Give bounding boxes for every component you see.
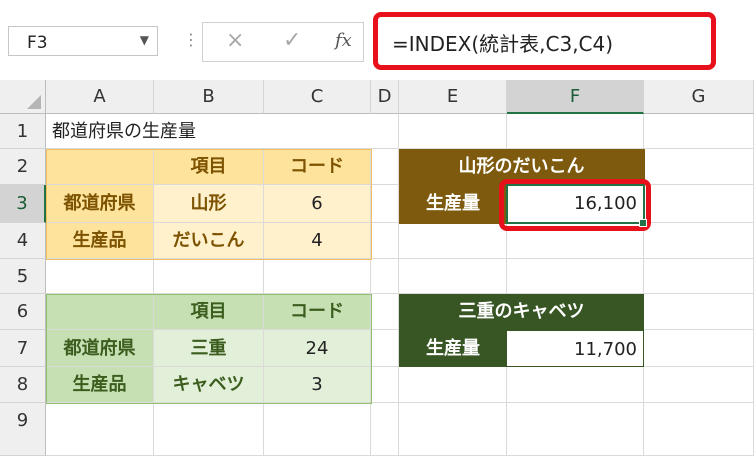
cell-d3[interactable] bbox=[371, 185, 399, 223]
cell-e4[interactable] bbox=[399, 223, 507, 259]
cell-b6-header[interactable]: 項目 bbox=[154, 294, 264, 330]
cell-f1[interactable] bbox=[507, 114, 644, 149]
cell-g5[interactable] bbox=[644, 259, 754, 294]
cell-d6[interactable] bbox=[371, 294, 399, 330]
insert-function-icon[interactable]: fx bbox=[335, 30, 352, 51]
column-header-e[interactable]: E bbox=[399, 80, 507, 114]
cell-a1-title[interactable]: 都道府県の生産量 bbox=[46, 114, 371, 149]
enter-icon[interactable]: ✓ bbox=[283, 28, 301, 53]
cell-g4[interactable] bbox=[644, 223, 754, 259]
mie-result-title[interactable]: 三重のキャベツ bbox=[399, 294, 644, 330]
cell-d4[interactable] bbox=[371, 223, 399, 259]
cell-a5[interactable] bbox=[46, 259, 154, 294]
yamagata-result-title[interactable]: 山形のだいこん bbox=[399, 149, 644, 185]
select-all-icon bbox=[27, 95, 41, 109]
more-options-icon[interactable]: ⋮ bbox=[183, 30, 199, 49]
chevron-down-icon[interactable]: ▼ bbox=[140, 33, 149, 47]
cell-e5[interactable] bbox=[399, 259, 507, 294]
cell-c5[interactable] bbox=[264, 259, 371, 294]
row-header-2[interactable]: 2 bbox=[0, 149, 46, 185]
cell-f5[interactable] bbox=[507, 259, 644, 294]
cell-g6[interactable] bbox=[644, 294, 754, 330]
cell-d8[interactable] bbox=[371, 367, 399, 403]
cell-a2[interactable] bbox=[46, 149, 154, 185]
cell-a4-label[interactable]: 生産品 bbox=[46, 223, 154, 259]
cell-d9[interactable] bbox=[371, 403, 399, 456]
cell-e8[interactable] bbox=[399, 367, 507, 403]
cell-g1[interactable] bbox=[644, 114, 754, 149]
cell-c8-code[interactable]: 3 bbox=[264, 367, 371, 403]
cell-b3-prefecture[interactable]: 山形 bbox=[154, 185, 264, 223]
column-header-c[interactable]: C bbox=[264, 80, 371, 114]
yamagata-production-label[interactable]: 生産量 bbox=[399, 185, 507, 223]
cell-a7-label[interactable]: 都道府県 bbox=[46, 330, 154, 367]
cell-c6-header[interactable]: コード bbox=[264, 294, 371, 330]
formula-bar: F3 ▼ ⋮ × ✓ fx =INDEX(統計表,C3,C4) bbox=[0, 0, 754, 80]
cell-d7[interactable] bbox=[371, 330, 399, 367]
column-header-b[interactable]: B bbox=[154, 80, 264, 114]
cell-f9[interactable] bbox=[507, 403, 644, 456]
column-header-g[interactable]: G bbox=[644, 80, 754, 114]
cell-c9[interactable] bbox=[264, 403, 371, 456]
cell-e9[interactable] bbox=[399, 403, 507, 456]
column-header-d[interactable]: D bbox=[371, 80, 399, 114]
cell-a9[interactable] bbox=[46, 403, 154, 456]
cell-e1[interactable] bbox=[399, 114, 507, 149]
cell-g8[interactable] bbox=[644, 367, 754, 403]
cell-g3[interactable] bbox=[644, 185, 754, 223]
cell-b2-header[interactable]: 項目 bbox=[154, 149, 264, 185]
cell-c4-code[interactable]: 4 bbox=[264, 223, 371, 259]
cell-d1[interactable] bbox=[371, 114, 399, 149]
cell-c2-header[interactable]: コード bbox=[264, 149, 371, 185]
row-header-1[interactable]: 1 bbox=[0, 114, 46, 149]
name-box-value: F3 bbox=[27, 33, 48, 53]
cell-f4[interactable] bbox=[507, 223, 644, 259]
cell-b7-prefecture[interactable]: 三重 bbox=[154, 330, 264, 367]
cell-b4-product[interactable]: だいこん bbox=[154, 223, 264, 259]
cell-f8[interactable] bbox=[507, 367, 644, 403]
cell-g7[interactable] bbox=[644, 330, 754, 367]
row-header-6[interactable]: 6 bbox=[0, 294, 46, 330]
row-header-9[interactable]: 9 bbox=[0, 403, 46, 456]
select-all-corner[interactable] bbox=[0, 80, 46, 114]
cell-g9[interactable] bbox=[644, 403, 754, 456]
row-header-7[interactable]: 7 bbox=[0, 330, 46, 367]
row-header-3[interactable]: 3 bbox=[0, 185, 46, 223]
cell-c3-code[interactable]: 6 bbox=[264, 185, 371, 223]
cell-d2[interactable] bbox=[371, 149, 399, 185]
cell-b5[interactable] bbox=[154, 259, 264, 294]
row-header-8[interactable]: 8 bbox=[0, 367, 46, 403]
fill-handle[interactable] bbox=[639, 219, 647, 227]
cell-a6[interactable] bbox=[46, 294, 154, 330]
cell-f3-result[interactable]: 16,100 bbox=[507, 185, 644, 223]
cell-b8-product[interactable]: キャベツ bbox=[154, 367, 264, 403]
row-header-5[interactable]: 5 bbox=[0, 259, 46, 294]
column-header-a[interactable]: A bbox=[46, 80, 154, 114]
cell-f7-result[interactable]: 11,700 bbox=[507, 330, 644, 367]
cell-a3-label[interactable]: 都道府県 bbox=[46, 185, 154, 223]
mie-production-label[interactable]: 生産量 bbox=[399, 330, 507, 367]
cell-g2[interactable] bbox=[644, 149, 754, 185]
column-header-f[interactable]: F bbox=[507, 80, 644, 114]
cancel-icon[interactable]: × bbox=[226, 28, 244, 53]
cell-d5[interactable] bbox=[371, 259, 399, 294]
formula-input[interactable]: =INDEX(統計表,C3,C4) bbox=[392, 28, 613, 57]
cell-b9[interactable] bbox=[154, 403, 264, 456]
name-box[interactable]: F3 ▼ bbox=[8, 26, 158, 56]
row-header-4[interactable]: 4 bbox=[0, 223, 46, 259]
cell-c7-code[interactable]: 24 bbox=[264, 330, 371, 367]
cell-a8-label[interactable]: 生産品 bbox=[46, 367, 154, 403]
